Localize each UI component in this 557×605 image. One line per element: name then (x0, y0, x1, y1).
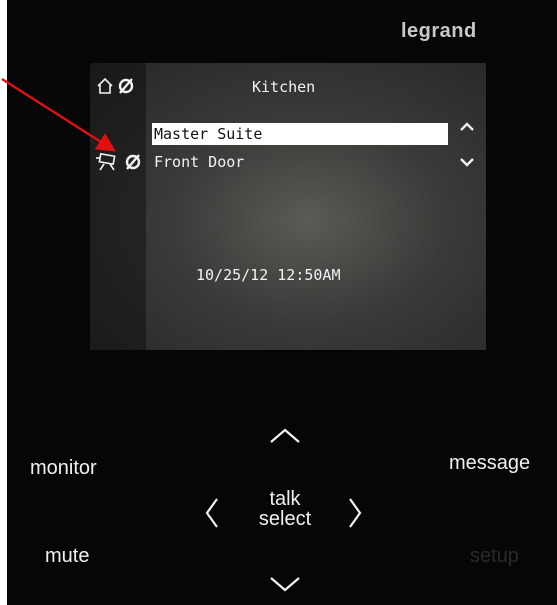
nav-down-button[interactable] (268, 574, 302, 599)
mute-button[interactable]: mute (45, 545, 89, 568)
intercom-panel: legrand Kitchen Master Suite Front Door (7, 0, 557, 605)
nav-left-button[interactable] (204, 496, 220, 535)
screen-title: Kitchen (252, 78, 316, 96)
mute-icon (117, 77, 135, 100)
nav-up-button[interactable] (268, 426, 302, 451)
date-time: 10/25/12 12:50AM (196, 266, 341, 284)
chevron-down-icon[interactable] (458, 155, 476, 174)
home-icon (96, 77, 114, 100)
monitor-button[interactable]: monitor (30, 457, 97, 480)
talk-label: talk (269, 488, 301, 510)
camera-icon (94, 152, 120, 176)
mute-icon (124, 153, 142, 176)
setup-button[interactable]: setup (470, 545, 519, 568)
list-item-front-door[interactable]: Front Door (152, 151, 448, 173)
list-item-master-suite[interactable]: Master Suite (152, 123, 448, 145)
lcd-screen: Kitchen Master Suite Front Door 10/25/12… (90, 63, 486, 350)
select-label: select (258, 508, 312, 530)
talk-select-button[interactable]: talk select (246, 489, 324, 529)
nav-right-button[interactable] (347, 496, 363, 535)
brand-logo: legrand (401, 20, 477, 42)
screen-icon-column (90, 63, 146, 350)
chevron-up-icon[interactable] (458, 119, 476, 138)
message-button[interactable]: message (449, 452, 530, 475)
